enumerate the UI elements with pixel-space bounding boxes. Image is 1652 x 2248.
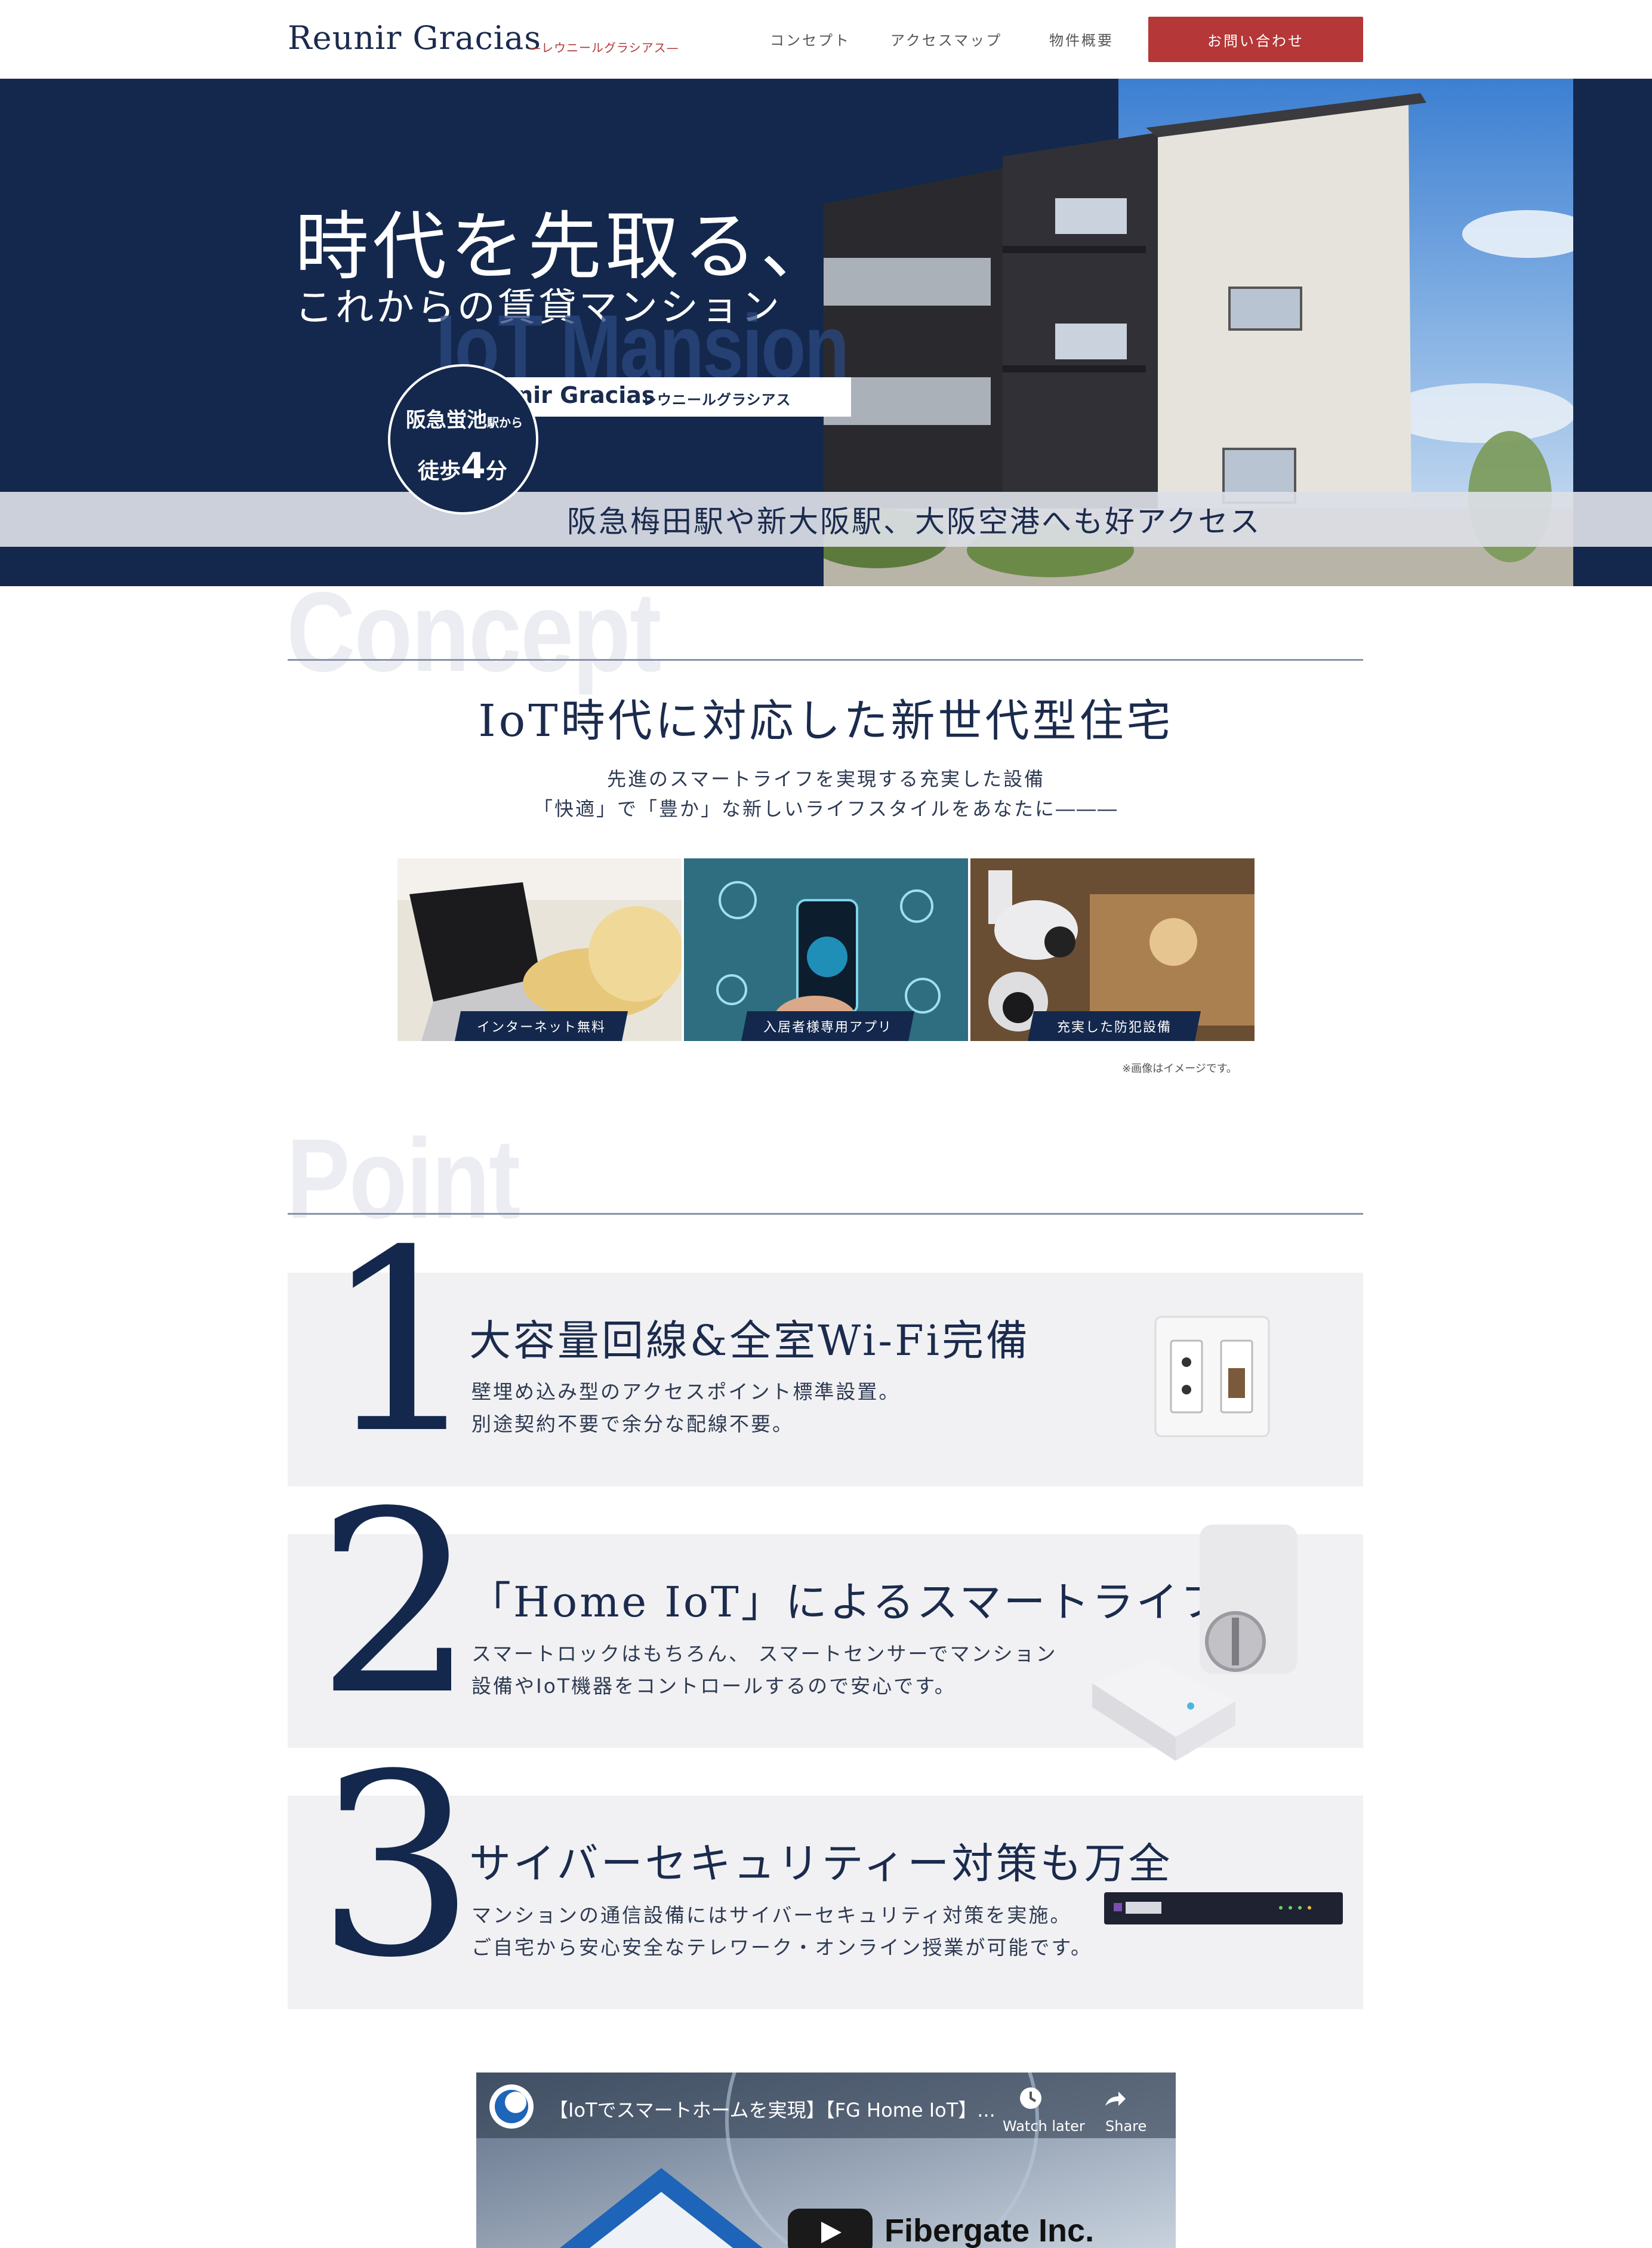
youtube-video-player[interactable]: 【IoTでスマートホームを実現】【FG Home IoT】... Watch l… xyxy=(476,2073,1176,2248)
smart-lock-image xyxy=(1092,1525,1297,1761)
hero-section: 時代を先取る、 これからの賃貸マンション IoT Mansion Reunir … xyxy=(0,79,1652,586)
video-brand-text: Fibergate Inc. xyxy=(884,2213,1095,2248)
clock-icon[interactable] xyxy=(1017,2084,1044,2112)
watch-later-label[interactable]: Watch later xyxy=(1003,2118,1085,2135)
point-title-1: 大容量回線&全室Wi-Fi完備 xyxy=(469,1316,1031,1365)
security-appliance-image xyxy=(1104,1892,1343,1924)
feature-card-app: 入居者様専用アプリ xyxy=(684,858,968,1041)
channel-avatar[interactable] xyxy=(489,2084,534,2129)
nav-access-map[interactable]: アクセスマップ xyxy=(890,29,1002,50)
concept-lead-line1: 先進のスマートライフを実現する充実した設備 xyxy=(606,768,1046,790)
wifi-outlet-image xyxy=(1154,1316,1270,1437)
nav-property-overview[interactable]: 物件概要 xyxy=(1049,29,1114,50)
site-logo[interactable]: Reunir Gracias xyxy=(288,19,541,57)
station-badge-walk: 徒歩4分 xyxy=(418,445,507,487)
point-desc-2: スマートロックはもちろん、 スマートセンサーでマンション 設備やIoT機器をコント… xyxy=(471,1642,1058,1698)
feature-caption-internet: インターネット無料 xyxy=(455,1011,628,1041)
feature-caption-app: 入居者様専用アプリ xyxy=(741,1011,914,1041)
point-number-3: 3 xyxy=(316,1721,476,2013)
feature-card-internet: インターネット無料 xyxy=(397,858,682,1041)
site-header: Reunir Gracias —レウニールグラシアス— コンセプト アクセスマッ… xyxy=(0,0,1652,79)
station-badge xyxy=(388,364,538,515)
station-badge-station: 阪急蛍池駅から xyxy=(406,408,523,432)
contact-button[interactable]: お問い合わせ xyxy=(1148,17,1363,62)
site-logo-kana: —レウニールグラシアス— xyxy=(529,41,679,55)
play-button[interactable] xyxy=(788,2209,873,2248)
share-icon[interactable] xyxy=(1101,2086,1128,2113)
video-title[interactable]: 【IoTでスマートホームを実現】【FG Home IoT】... xyxy=(549,2095,995,2123)
concept-heading: Concept xyxy=(286,569,661,695)
concept-title: IoT時代に対応した新世代型住宅 xyxy=(478,695,1174,747)
feature-card-security: 充実した防犯設備 xyxy=(970,858,1255,1041)
hero-access-text: 阪急梅田駅や新大阪駅、大阪空港へも好アクセス xyxy=(567,504,1262,539)
image-note: ※画像はイメージです。 xyxy=(1122,1063,1237,1075)
hero-brand-kana: レウニールグラシアス xyxy=(642,392,791,408)
point-number-2: 2 xyxy=(316,1458,476,1750)
feature-caption-security: 充実した防犯設備 xyxy=(1028,1011,1201,1041)
point-title-3: サイバーセキュリティー対策も万全 xyxy=(469,1839,1173,1888)
point-number-1: 1 xyxy=(322,1197,482,1489)
point-desc-3: マンションの通信設備にはサイバーセキュリティ対策を実施。 ご自宅から安心安全なテレ… xyxy=(471,1904,1093,1959)
point-desc-1: 壁埋め込み型のアクセスポイント標準設置。 別途契約不要で余分な配線不要。 xyxy=(471,1380,901,1436)
nav-concept[interactable]: コンセプト xyxy=(770,29,850,50)
share-label[interactable]: Share xyxy=(1105,2118,1146,2135)
concept-lead-line2: 「快適」で「豊か」な新しいライフスタイルをあなたに――― xyxy=(533,797,1118,820)
concept-divider xyxy=(288,659,1363,661)
